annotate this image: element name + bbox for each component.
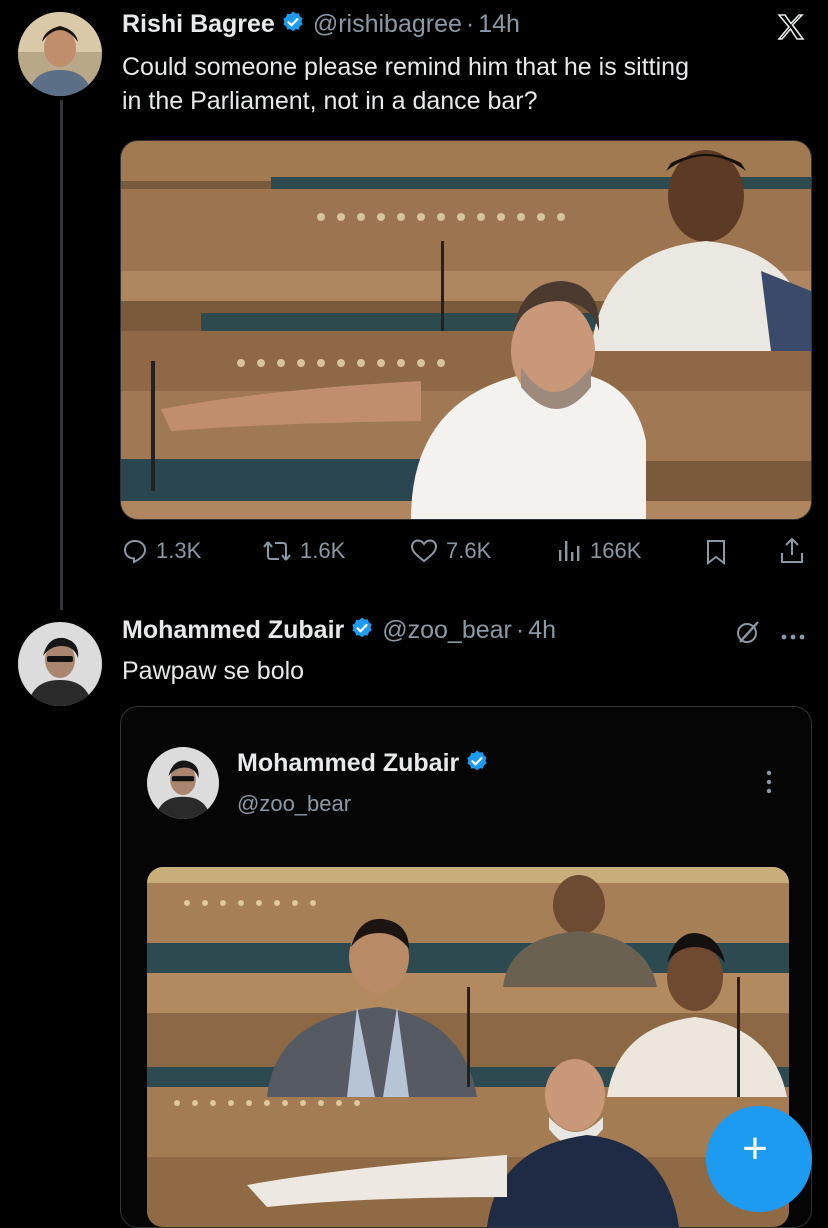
verified-badge-icon (281, 10, 305, 39)
author-name[interactable]: Rishi Bagree (122, 10, 275, 39)
views-chart-icon (559, 541, 580, 561)
repost-button[interactable]: 1.6K (262, 538, 345, 564)
author-name[interactable]: Mohammed Zubair (122, 616, 344, 645)
tweet1-header: Rishi Bagree @rishibagree · 14h (122, 10, 520, 39)
like-count: 7.6K (446, 538, 492, 563)
repost-count: 1.6K (300, 538, 346, 563)
author-handle[interactable]: @zoo_bear (382, 616, 512, 645)
verified-badge-icon (350, 616, 374, 645)
quoted-photo[interactable] (147, 867, 789, 1227)
quote-author-handle[interactable]: @zoo_bear (237, 791, 351, 817)
heart-icon (410, 539, 438, 563)
like-button[interactable]: 7.6K (410, 538, 491, 564)
views-count: 166K (590, 538, 642, 563)
author-handle[interactable]: @rishibagree (313, 10, 462, 39)
timestamp[interactable]: 4h (528, 616, 556, 645)
reply-button[interactable]: 1.3K (122, 538, 201, 564)
tweet1-text-line2: in the Parliament, not in a dance bar? (122, 87, 538, 115)
thread-connector (60, 100, 63, 610)
rishi-avatar[interactable] (18, 12, 102, 96)
more-horizontal-icon[interactable] (780, 628, 806, 646)
views-button[interactable]: 166K (556, 538, 641, 564)
reply-icon (123, 539, 147, 564)
tweet1-text-line1: Could someone please remind him that he … (122, 53, 689, 81)
quote-header: Mohammed Zubair (237, 749, 489, 778)
tweet1-text: Could someone please remind him that he … (122, 50, 812, 118)
repost-icon (263, 541, 291, 561)
timestamp[interactable]: 14h (478, 10, 520, 39)
compose-button[interactable]: + (706, 1106, 812, 1212)
bookmark-icon[interactable] (704, 538, 728, 571)
more-vertical-icon[interactable] (765, 769, 773, 800)
tweet2-header: Mohammed Zubair @zoo_bear · 4h (122, 616, 556, 645)
tweet1-photo[interactable] (120, 140, 812, 520)
quote-author-name[interactable]: Mohammed Zubair (237, 749, 459, 778)
verified-badge-icon (465, 749, 489, 778)
plus-icon: + (742, 1124, 768, 1173)
x-logo-icon[interactable] (776, 12, 806, 47)
zubair-avatar[interactable] (18, 622, 102, 706)
separator-dot: · (465, 10, 475, 38)
tweet2-text: Pawpaw se bolo (122, 657, 305, 685)
separator-dot: · (515, 616, 525, 644)
grok-icon[interactable] (734, 618, 762, 651)
quote-avatar[interactable] (147, 747, 219, 819)
reply-count: 1.3K (156, 538, 202, 563)
share-icon[interactable] (778, 536, 806, 571)
